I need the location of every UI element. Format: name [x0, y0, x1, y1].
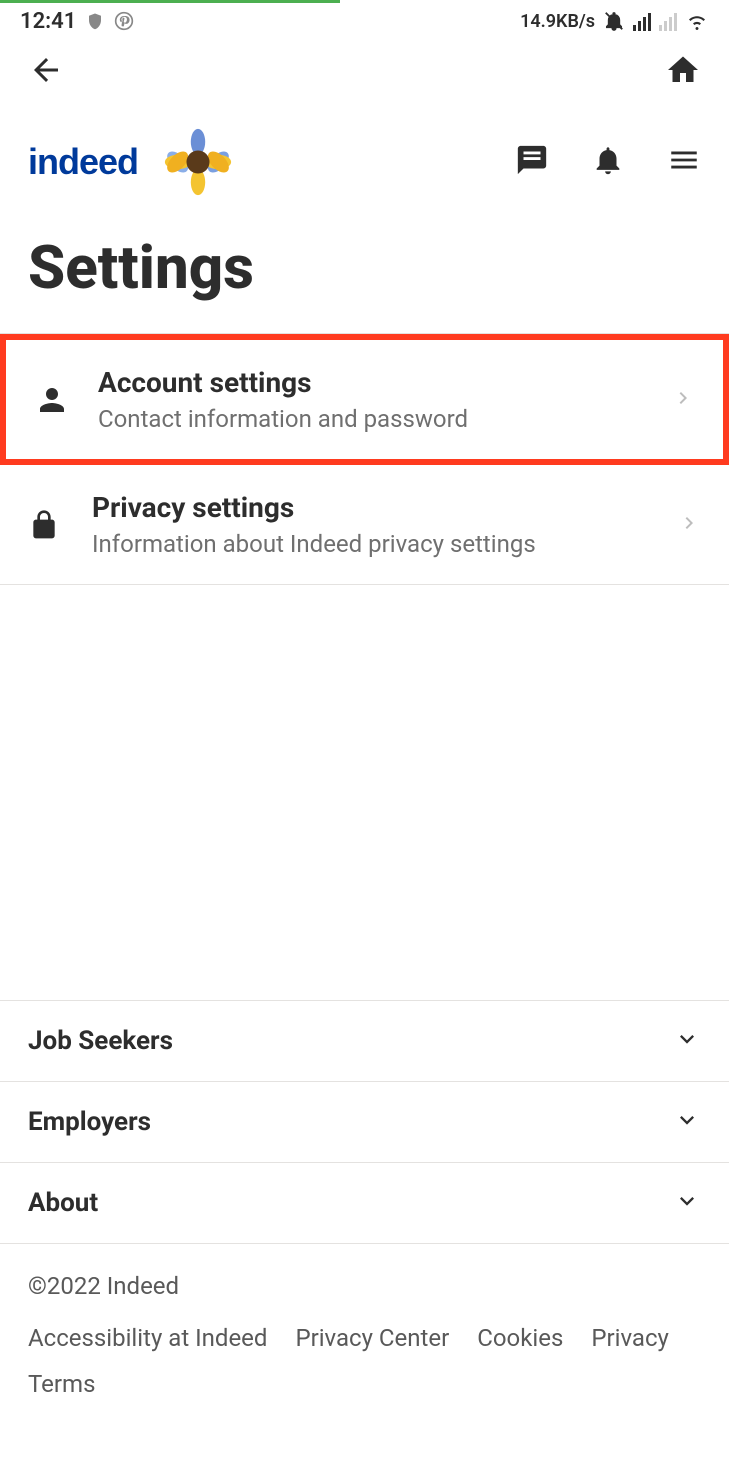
copyright-text: ©2022 Indeed: [28, 1272, 701, 1300]
settings-item-subtitle: Information about Indeed privacy setting…: [92, 530, 677, 558]
settings-list: Account settings Contact information and…: [0, 333, 729, 585]
status-bar: 12:41 14.9KB/s: [0, 0, 729, 42]
pinterest-icon: [114, 11, 134, 31]
indeed-logo[interactable]: indeed: [28, 141, 138, 183]
settings-item-title: Privacy settings: [92, 491, 677, 524]
shield-icon: [86, 12, 104, 30]
settings-item-subtitle: Contact information and password: [98, 405, 671, 433]
data-rate: 14.9KB/s: [520, 11, 595, 32]
footer-link-privacy-center[interactable]: Privacy Center: [295, 1324, 449, 1352]
nav-bar: [0, 42, 729, 102]
person-icon: [34, 382, 74, 418]
accordion-label: Employers: [28, 1107, 151, 1137]
lock-icon: [28, 509, 68, 541]
footer-link-privacy[interactable]: Privacy: [591, 1324, 669, 1352]
sunflower-icon: [162, 126, 234, 198]
status-time: 12:41: [20, 9, 76, 34]
wifi-icon: [685, 9, 709, 33]
settings-item-account[interactable]: Account settings Contact information and…: [0, 334, 729, 465]
footer-accordion-employers[interactable]: Employers: [0, 1082, 729, 1163]
settings-item-title: Account settings: [98, 366, 671, 399]
home-button[interactable]: [665, 52, 701, 92]
settings-item-privacy[interactable]: Privacy settings Information about Indee…: [0, 465, 729, 585]
progress-indicator: [0, 0, 340, 3]
footer-accordion-about[interactable]: About: [0, 1163, 729, 1244]
chevron-down-icon: [673, 1187, 701, 1219]
menu-icon[interactable]: [667, 143, 701, 181]
accordion-label: Job Seekers: [28, 1026, 173, 1056]
footer-link-terms[interactable]: Terms: [28, 1370, 95, 1398]
notifications-icon[interactable]: [591, 143, 625, 181]
footer-link-accessibility[interactable]: Accessibility at Indeed: [28, 1324, 267, 1352]
chevron-down-icon: [673, 1106, 701, 1138]
chevron-right-icon: [671, 386, 695, 414]
chevron-right-icon: [677, 511, 701, 539]
back-button[interactable]: [28, 52, 64, 92]
footer-accordion-job-seekers[interactable]: Job Seekers: [0, 1001, 729, 1082]
signal-strength-icon: [633, 11, 651, 31]
chevron-down-icon: [673, 1025, 701, 1057]
app-header: indeed: [0, 112, 729, 212]
accordion-label: About: [28, 1188, 98, 1218]
bell-muted-icon: [603, 10, 625, 32]
footer: Job Seekers Employers About ©2022 Indeed…: [0, 1000, 729, 1458]
signal-strength-secondary-icon: [659, 11, 677, 31]
footer-link-cookies[interactable]: Cookies: [477, 1324, 563, 1352]
messages-icon[interactable]: [515, 143, 549, 181]
page-title: Settings: [0, 212, 729, 333]
